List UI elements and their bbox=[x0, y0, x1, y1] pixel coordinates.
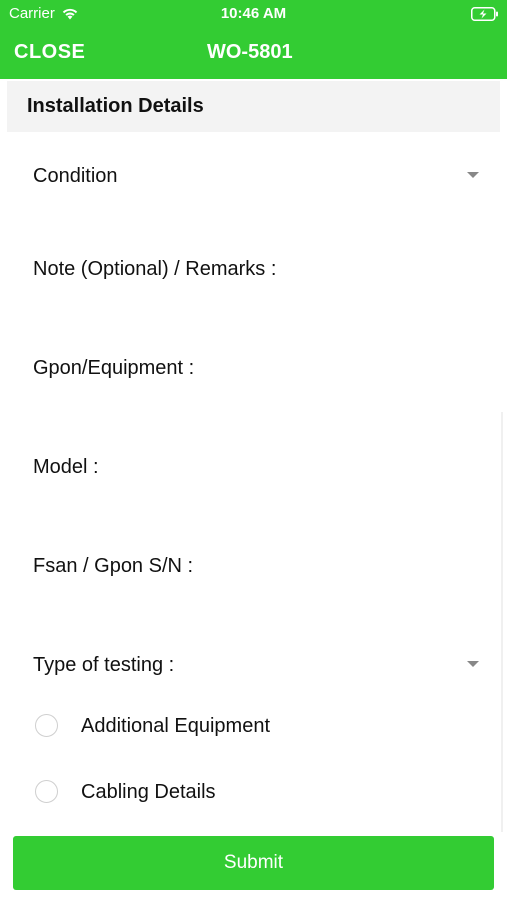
section-title: Installation Details bbox=[27, 95, 204, 117]
radio-button[interactable] bbox=[35, 714, 58, 737]
app-header: Carrier 10:46 AM CLOSE WO-5801 bbox=[0, 0, 507, 79]
condition-label: Condition bbox=[33, 165, 118, 187]
page-title: WO-5801 bbox=[207, 41, 293, 63]
chevron-down-icon bbox=[467, 661, 479, 667]
additional-equipment-option[interactable]: Additional Equipment bbox=[0, 707, 507, 747]
battery-charging-icon bbox=[471, 7, 499, 25]
condition-dropdown[interactable]: Condition bbox=[0, 160, 507, 194]
note-remarks-field[interactable]: Note (Optional) / Remarks : bbox=[33, 258, 276, 281]
additional-equipment-label: Additional Equipment bbox=[81, 715, 271, 737]
chevron-down-icon bbox=[467, 172, 479, 178]
submit-button[interactable]: Submit bbox=[13, 836, 494, 890]
cabling-details-option[interactable]: Cabling Details bbox=[0, 773, 507, 813]
status-time: 10:46 AM bbox=[220, 5, 287, 22]
scroll-indicator bbox=[501, 412, 503, 832]
cabling-details-label: Cabling Details bbox=[81, 781, 216, 803]
type-of-testing-dropdown[interactable]: Type of testing : bbox=[0, 649, 507, 683]
section-header: Installation Details bbox=[7, 81, 500, 132]
gpon-equipment-field[interactable]: Gpon/Equipment : bbox=[33, 357, 194, 380]
radio-button[interactable] bbox=[35, 780, 58, 803]
model-field[interactable]: Model : bbox=[33, 456, 99, 479]
close-button[interactable]: CLOSE bbox=[14, 41, 85, 64]
type-of-testing-label: Type of testing : bbox=[33, 654, 175, 676]
fsan-gpon-sn-field[interactable]: Fsan / Gpon S/N : bbox=[33, 555, 193, 578]
status-bar: Carrier 10:46 AM bbox=[0, 0, 507, 28]
